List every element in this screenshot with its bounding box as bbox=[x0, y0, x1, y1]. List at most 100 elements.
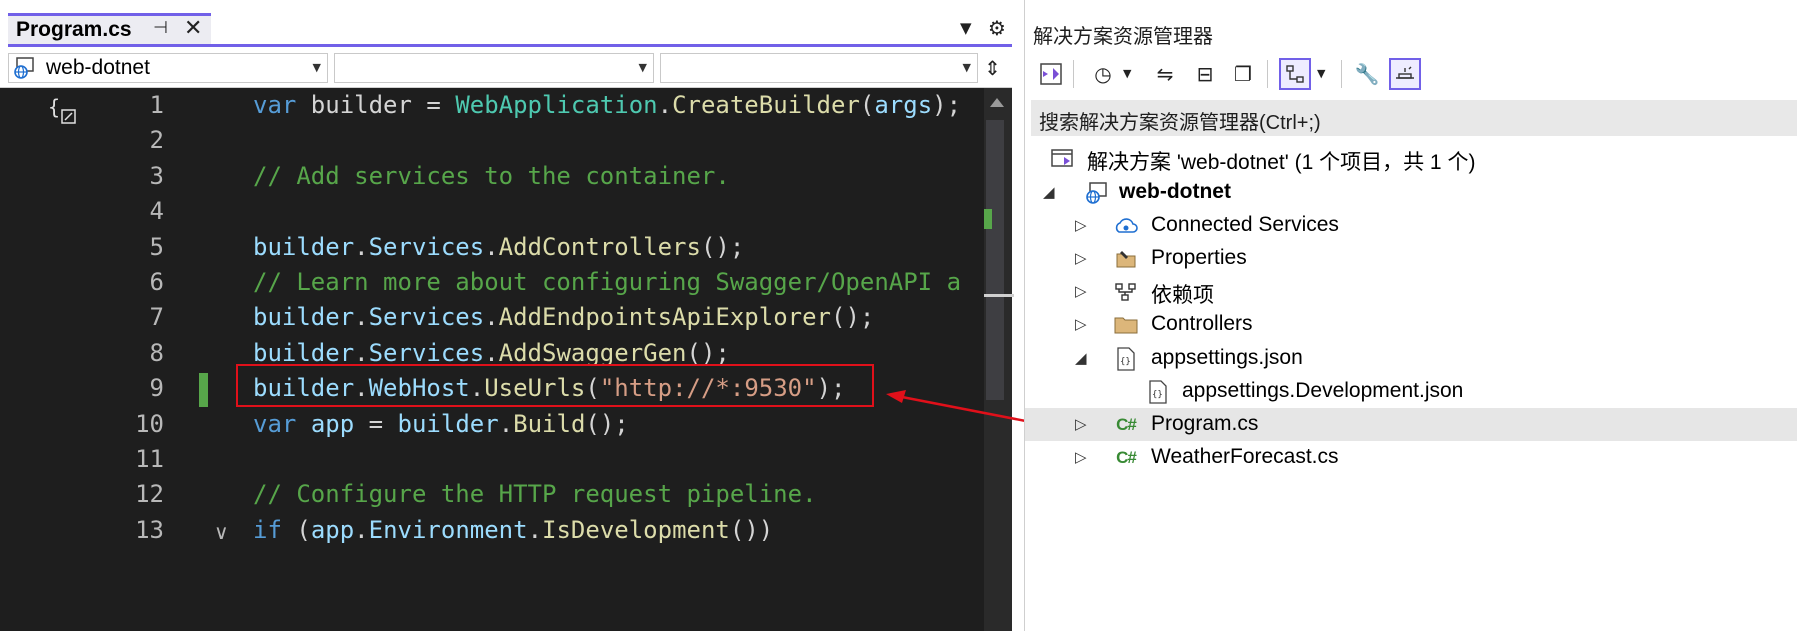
code-line[interactable]: 10 var app = builder.Build(); bbox=[8, 407, 984, 442]
code-line[interactable]: 6 // Learn more about configuring Swagger… bbox=[8, 265, 984, 300]
code-line[interactable]: 7 builder.Services.AddEndpointsApiExplore… bbox=[8, 300, 984, 335]
chevron-down-icon[interactable]: ▼ bbox=[1123, 67, 1131, 80]
chevron-down-icon: ▼ bbox=[638, 61, 647, 74]
code-token: var bbox=[253, 91, 297, 119]
expand-arrow-icon[interactable]: ▷ bbox=[1075, 282, 1087, 300]
code-token: (); bbox=[700, 232, 745, 261]
svg-text:{}: {} bbox=[1152, 390, 1163, 400]
member-dropdown[interactable]: ▼ bbox=[660, 53, 978, 83]
scrollbar-caret-marker bbox=[984, 294, 1014, 297]
code-token: . bbox=[354, 232, 369, 261]
code-text: builder.Services.AddEndpointsApiExplorer… bbox=[253, 300, 874, 335]
gear-icon[interactable]: ⚙ bbox=[988, 16, 1006, 40]
collapse-all-icon[interactable]: ⊟ bbox=[1189, 58, 1221, 90]
solution-explorer-title: 解决方案资源管理器 bbox=[1033, 26, 1213, 48]
code-token: ( bbox=[281, 515, 311, 544]
pending-changes-filter-icon[interactable]: ◷ bbox=[1087, 58, 1119, 90]
json-file-icon: {} bbox=[1113, 346, 1139, 372]
code-line[interactable]: 13 if (app.Environment.IsDevelopment()) bbox=[8, 513, 984, 548]
scroll-up-icon[interactable] bbox=[990, 98, 1004, 107]
code-line[interactable]: 5 builder.Services.AddControllers(); bbox=[8, 230, 984, 265]
fold-chevron-icon[interactable]: ∨ bbox=[214, 520, 229, 544]
pin-icon[interactable]: ⊣ bbox=[153, 18, 168, 38]
tree-item[interactable]: ◢ web-dotnet bbox=[1025, 176, 1797, 209]
code-line[interactable]: 1 var builder = WebApplication.CreateBuil… bbox=[8, 88, 984, 123]
folder-icon bbox=[1113, 312, 1139, 338]
line-number: 13 bbox=[135, 515, 164, 544]
solution-explorer-search-input[interactable]: 搜索解决方案资源管理器(Ctrl+;) bbox=[1031, 100, 1797, 136]
code-token: args bbox=[874, 91, 933, 119]
tree-item[interactable]: ▷ Connected Services bbox=[1025, 209, 1797, 242]
code-token: . bbox=[484, 303, 499, 332]
code-token: . bbox=[527, 515, 543, 544]
split-editor-icon[interactable]: ⇕ bbox=[984, 56, 1001, 80]
type-dropdown[interactable]: ▼ bbox=[334, 53, 654, 83]
code-token: . bbox=[354, 303, 369, 332]
chevron-down-icon[interactable]: ▼ bbox=[1317, 67, 1325, 80]
line-number: 12 bbox=[135, 480, 164, 509]
code-token: builder = bbox=[296, 91, 456, 119]
code-token: . bbox=[484, 232, 499, 261]
view-class-diagram-icon[interactable] bbox=[1279, 58, 1311, 90]
properties-wrench-icon[interactable]: 🔧 bbox=[1351, 58, 1383, 90]
tab-overflow-dropdown-icon[interactable]: ▼ bbox=[960, 19, 972, 37]
expand-arrow-icon[interactable]: ▷ bbox=[1075, 315, 1087, 333]
code-area[interactable]: 1 var builder = WebApplication.CreateBuil… bbox=[8, 88, 984, 631]
project-dropdown[interactable]: web-dotnet ▼ bbox=[8, 53, 328, 83]
collapse-arrow-icon[interactable]: ◢ bbox=[1075, 349, 1087, 367]
properties-icon bbox=[1113, 246, 1139, 272]
code-text: var app = builder.Build(); bbox=[253, 407, 629, 442]
document-tab-strip: Program.cs ⊣ ✕ ▼ ⚙ bbox=[0, 0, 1012, 48]
show-all-files-icon[interactable]: ❐ bbox=[1227, 58, 1259, 90]
tree-item[interactable]: {} appsettings.Development.json bbox=[1025, 375, 1797, 408]
code-token: var bbox=[253, 409, 297, 438]
code-token: Services bbox=[368, 232, 485, 261]
line-number: 4 bbox=[149, 197, 164, 226]
code-line[interactable]: 3 // Add services to the container. bbox=[8, 159, 984, 194]
switch-views-icon[interactable] bbox=[1035, 58, 1067, 90]
annotation-highlight-box bbox=[236, 364, 874, 407]
tree-item[interactable]: 解决方案 'web-dotnet' (1 个项目，共 1 个) bbox=[1025, 142, 1797, 175]
scrollbar-thumb[interactable] bbox=[986, 120, 1004, 400]
line-number: 8 bbox=[149, 338, 164, 367]
code-token: . bbox=[354, 338, 369, 367]
code-text: var builder = WebApplication.CreateBuild… bbox=[253, 88, 961, 123]
line-number: 3 bbox=[149, 161, 164, 190]
code-token: Services bbox=[368, 338, 485, 367]
close-icon[interactable]: ✕ bbox=[184, 16, 202, 41]
code-line[interactable]: 11 bbox=[8, 442, 984, 477]
code-line[interactable]: 2 bbox=[8, 123, 984, 158]
tree-item[interactable]: ▷ Controllers bbox=[1025, 308, 1797, 341]
code-token: . bbox=[498, 409, 514, 438]
tree-item[interactable]: ▷ C# WeatherForecast.cs bbox=[1025, 441, 1797, 474]
expand-arrow-icon[interactable]: ▷ bbox=[1075, 415, 1087, 433]
tree-item[interactable]: ▷ C# Program.cs bbox=[1025, 408, 1797, 441]
collapse-arrow-icon[interactable]: ◢ bbox=[1043, 183, 1055, 201]
expand-arrow-icon[interactable]: ▷ bbox=[1075, 216, 1087, 234]
expand-arrow-icon[interactable]: ▷ bbox=[1075, 249, 1087, 267]
expand-arrow-icon[interactable]: ▷ bbox=[1075, 448, 1087, 466]
code-token: Environment bbox=[368, 515, 528, 544]
code-token: . bbox=[354, 515, 369, 544]
code-editor: Program.cs ⊣ ✕ ▼ ⚙ web-dotnet ▼ ▼ ▼ ⇕ 1 v… bbox=[0, 0, 1014, 631]
tree-item[interactable]: ▷ Properties bbox=[1025, 242, 1797, 275]
tree-item-label: 解决方案 'web-dotnet' (1 个项目，共 1 个) bbox=[1087, 151, 1476, 174]
code-braces-icon[interactable]: { bbox=[48, 96, 80, 128]
tree-item[interactable]: ▷ 依赖项 bbox=[1025, 275, 1797, 308]
code-line[interactable]: 4 bbox=[8, 194, 984, 229]
vertical-scrollbar[interactable] bbox=[984, 88, 1014, 631]
preview-selected-items-icon[interactable] bbox=[1389, 58, 1421, 90]
code-line[interactable]: 12 // Configure the HTTP request pipeline… bbox=[8, 477, 984, 512]
code-token: if bbox=[253, 515, 282, 544]
sync-active-document-icon[interactable]: ⇋ bbox=[1149, 58, 1181, 90]
line-number: 2 bbox=[149, 126, 164, 155]
tab-program-cs[interactable]: Program.cs ⊣ ✕ bbox=[8, 13, 211, 44]
solution-explorer-toolbar: ◷ ▼ ⇋ ⊟ ❐ ▼ 🔧 bbox=[1025, 54, 1797, 96]
annotation-arrow bbox=[886, 390, 1037, 425]
code-token: . bbox=[657, 91, 673, 119]
tree-item[interactable]: ◢ {} appsettings.json bbox=[1025, 342, 1797, 375]
code-token: ()) bbox=[729, 515, 774, 544]
svg-text:{: { bbox=[48, 96, 60, 119]
csharp-file-icon: C# bbox=[1116, 415, 1137, 434]
